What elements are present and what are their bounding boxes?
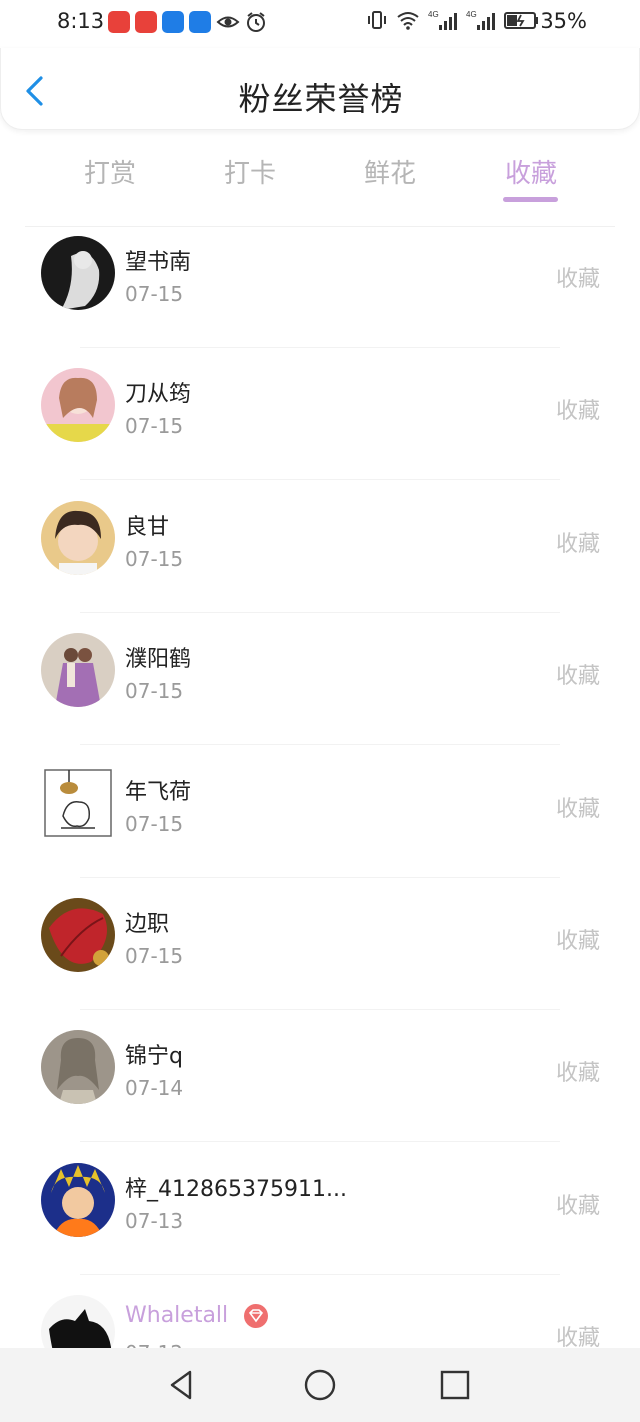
- tab-reward[interactable]: 打赏: [65, 153, 155, 190]
- user-name: 濮阳鹤: [125, 647, 192, 672]
- row-divider: [80, 744, 560, 745]
- action-label: 收藏: [555, 1326, 600, 1348]
- user-name-text: Whaletall: [125, 1303, 229, 1328]
- avatar: [41, 1163, 115, 1237]
- list-item[interactable]: 梓_412865375911... 07-13 收藏: [0, 1155, 640, 1287]
- list-item[interactable]: 锦宁q 07-14 收藏: [0, 1022, 640, 1154]
- list-item[interactable]: 年飞荷 07-15 收藏: [0, 758, 640, 890]
- user-date: 07-15: [125, 414, 184, 438]
- action-label: 收藏: [555, 1061, 600, 1086]
- wifi-icon: [397, 12, 419, 30]
- red-app-icon: [135, 11, 157, 33]
- action-label: 收藏: [555, 797, 600, 822]
- avatar: [41, 633, 115, 707]
- bulb-icon: [189, 11, 211, 33]
- alarm-icon: [247, 12, 265, 32]
- avatar: [41, 368, 115, 442]
- avatar: [41, 1295, 115, 1348]
- user-name: 刀从筠: [125, 382, 192, 407]
- avatar: [41, 766, 115, 840]
- vip-gem-icon: [244, 1304, 269, 1328]
- list-item[interactable]: 濮阳鹤 07-15 收藏: [0, 625, 640, 757]
- avatar: [41, 898, 115, 972]
- user-name: 边职: [125, 912, 170, 937]
- action-label: 收藏: [555, 399, 600, 424]
- battery-percentage: 35%: [540, 9, 587, 33]
- red-app-icon: [108, 11, 130, 33]
- user-date: 07-15: [125, 282, 184, 306]
- row-divider: [80, 347, 560, 348]
- row-divider: [80, 612, 560, 613]
- avatar: [41, 236, 115, 310]
- user-name: Whaletall: [125, 1303, 269, 1329]
- user-date: 07-12: [125, 1341, 183, 1348]
- list-item[interactable]: 良甘 07-15 收藏: [0, 493, 640, 625]
- row-divider: [80, 877, 560, 878]
- status-right-icons: 4G 4G: [366, 9, 540, 31]
- user-date: 07-15: [125, 547, 184, 571]
- title-bar: 粉丝荣誉榜: [0, 48, 640, 130]
- page-title: 粉丝荣誉榜: [238, 80, 404, 118]
- tab-checkin[interactable]: 打卡: [205, 153, 295, 190]
- action-label: 收藏: [555, 267, 600, 292]
- row-divider: [80, 1274, 560, 1275]
- eye-icon: [216, 16, 240, 28]
- recents-square-icon[interactable]: [438, 1368, 472, 1402]
- status-time: 8:13: [57, 9, 105, 33]
- action-label: 收藏: [555, 664, 600, 689]
- active-tab-indicator: [503, 197, 558, 202]
- avatar: [41, 1030, 115, 1104]
- battery-icon: [504, 12, 538, 29]
- weather-icon: [162, 11, 184, 33]
- row-divider: [80, 1141, 560, 1142]
- signal-4g-icon: 4G: [466, 10, 495, 30]
- action-label: 收藏: [555, 532, 600, 557]
- user-date: 07-15: [125, 812, 184, 836]
- list-item[interactable]: 望书南 07-15 收藏: [0, 228, 640, 360]
- list-item[interactable]: 刀从筠 07-15 收藏: [0, 360, 640, 492]
- user-date: 07-15: [125, 944, 184, 968]
- tab-flowers[interactable]: 鲜花: [345, 153, 435, 190]
- user-date: 07-15: [125, 679, 184, 703]
- action-label: 收藏: [555, 929, 600, 954]
- svg-text:4G: 4G: [466, 10, 477, 19]
- vibrate-icon: [368, 11, 386, 29]
- user-name: 良甘: [125, 515, 170, 540]
- row-divider: [80, 479, 560, 480]
- system-nav-bar: [0, 1348, 640, 1422]
- user-date: 07-13: [125, 1209, 184, 1233]
- user-name: 望书南: [125, 250, 192, 275]
- user-name: 年飞荷: [125, 780, 192, 805]
- signal-4g-icon: 4G: [428, 10, 457, 30]
- avatar: [41, 501, 115, 575]
- list-item[interactable]: Whaletall 07-12 收藏: [0, 1287, 640, 1348]
- row-divider: [80, 1009, 560, 1010]
- svg-text:4G: 4G: [428, 10, 439, 19]
- back-triangle-icon[interactable]: [166, 1368, 200, 1402]
- home-circle-icon[interactable]: [303, 1368, 337, 1402]
- user-date: 07-14: [125, 1076, 184, 1100]
- notification-icons: [108, 11, 267, 33]
- list-item[interactable]: 边职 07-15 收藏: [0, 890, 640, 1022]
- tabs-divider: [25, 226, 615, 227]
- tab-favorites[interactable]: 收藏: [486, 153, 576, 190]
- user-name: 锦宁q: [125, 1044, 183, 1069]
- status-bar: 8:13 4G 4G 35%: [0, 0, 640, 48]
- action-label: 收藏: [555, 1194, 600, 1219]
- user-name: 梓_412865375911...: [125, 1177, 347, 1202]
